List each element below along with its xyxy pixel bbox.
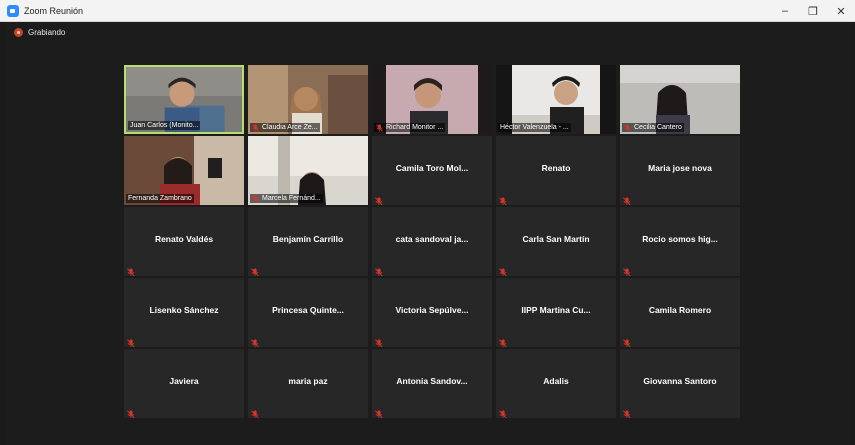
muted-mic-icon [623, 406, 631, 418]
muted-mic-icon [251, 264, 259, 276]
muted-mic-icon [252, 194, 259, 203]
muted-mic-icon [375, 406, 383, 418]
participant-name: Giovanna Santoro [643, 376, 717, 386]
participant-name: Princesa Quinte... [272, 305, 344, 315]
participant-name-label: Claudia Arce Ze... [250, 123, 320, 132]
participant-name: Rocio somos hig... [642, 234, 718, 244]
participant-tile[interactable]: Renato Valdés [124, 207, 244, 276]
participant-gallery: Juan Carlos (Monito... Claudia Arce Ze...… [124, 65, 740, 418]
participant-tile[interactable]: Benjamín Carrillo [248, 207, 368, 276]
participant-name-label: Héctor Valenzuela - ... [498, 123, 571, 132]
participant-tile[interactable]: Camila Romero [620, 278, 740, 347]
muted-mic-icon [499, 193, 507, 205]
participant-tile[interactable]: Rocio somos hig... [620, 207, 740, 276]
participant-name: cata sandoval ja... [395, 234, 469, 244]
participant-tile[interactable]: Maria jose nova [620, 136, 740, 205]
muted-mic-icon [624, 123, 631, 132]
participant-name: IIPP Martina Cu... [521, 305, 591, 315]
participant-tile[interactable]: Adalis [496, 349, 616, 418]
muted-mic-icon [127, 264, 135, 276]
participant-tile[interactable]: IIPP Martina Cu... [496, 278, 616, 347]
participant-name: Juan Carlos (Monito... [130, 122, 199, 129]
muted-mic-icon [375, 193, 383, 205]
participant-tile[interactable]: maria paz [248, 349, 368, 418]
participant-name: Cecilia Cantero [634, 124, 682, 131]
participant-video-tile[interactable]: Richard Monitor ... [372, 65, 492, 134]
recording-label: Grabiando [28, 28, 66, 37]
participant-name: Victoria Sepúlve... [395, 305, 469, 315]
muted-mic-icon [251, 406, 259, 418]
participant-name-label: Juan Carlos (Monito... [128, 121, 201, 130]
participant-name: Marcela Fernánd... [262, 195, 321, 202]
participant-name: Maria jose nova [648, 163, 712, 173]
zoom-app-icon [7, 4, 19, 17]
muted-mic-icon [251, 335, 259, 347]
participant-name: Camila Toro Mol... [395, 163, 469, 173]
participant-tile[interactable]: Giovanna Santoro [620, 349, 740, 418]
participant-tile[interactable]: Carla San Martín [496, 207, 616, 276]
participant-video-tile[interactable]: Héctor Valenzuela - ... [496, 65, 616, 134]
participant-name: Javiera [169, 376, 199, 386]
participant-name: Antonia Sandov... [396, 376, 468, 386]
participant-video-tile[interactable]: Marcela Fernánd... [248, 136, 368, 205]
participant-tile[interactable]: Antonia Sandov... [372, 349, 492, 418]
participant-name-label: Richard Monitor ... [374, 123, 446, 132]
participant-name: Héctor Valenzuela - ... [500, 124, 569, 131]
participant-name: Richard Monitor ... [386, 124, 444, 131]
participant-name: Adalis [543, 376, 569, 386]
title-bar: Zoom Reunión – ❐ ✕ [0, 0, 855, 22]
participant-name: maria paz [288, 376, 328, 386]
participant-video-tile[interactable]: Fernanda Zambrano [124, 136, 244, 205]
participant-name: Renato Valdés [154, 234, 214, 244]
muted-mic-icon [127, 406, 135, 418]
recording-icon [14, 28, 23, 37]
participant-tile[interactable]: cata sandoval ja... [372, 207, 492, 276]
participant-tile[interactable]: Lisenko Sánchez [124, 278, 244, 347]
maximize-button[interactable]: ❐ [799, 0, 827, 22]
participant-tile[interactable]: Princesa Quinte... [248, 278, 368, 347]
participant-tile[interactable]: Javiera [124, 349, 244, 418]
participant-video-tile[interactable]: Cecilia Cantero [620, 65, 740, 134]
muted-mic-icon [623, 193, 631, 205]
participant-name-label: Marcela Fernánd... [250, 194, 323, 203]
recording-indicator[interactable]: Grabiando [14, 28, 65, 37]
participant-name: Fernanda Zambrano [128, 195, 192, 202]
muted-mic-icon [499, 264, 507, 276]
minimize-button[interactable]: – [771, 0, 799, 22]
window-title: Zoom Reunión [24, 5, 84, 16]
participant-name: Lisenko Sánchez [149, 305, 219, 315]
participant-name: Camila Romero [648, 305, 712, 315]
participant-tile[interactable]: Victoria Sepúlve... [372, 278, 492, 347]
muted-mic-icon [376, 123, 383, 132]
meeting-area: Grabiando Juan Carlos (Monito... Claudia … [6, 22, 851, 445]
participant-tile[interactable]: Camila Toro Mol... [372, 136, 492, 205]
muted-mic-icon [127, 335, 135, 347]
participant-name: Renato [541, 163, 571, 173]
muted-mic-icon [623, 335, 631, 347]
participant-name: Benjamín Carrillo [272, 234, 344, 244]
participant-name-label: Fernanda Zambrano [126, 194, 194, 203]
muted-mic-icon [623, 264, 631, 276]
muted-mic-icon [499, 335, 507, 347]
participant-name: Carla San Martín [522, 234, 590, 244]
muted-mic-icon [375, 335, 383, 347]
muted-mic-icon [375, 264, 383, 276]
participant-tile[interactable]: Renato [496, 136, 616, 205]
participant-name-label: Cecilia Cantero [622, 123, 684, 132]
participant-video-tile[interactable]: Claudia Arce Ze... [248, 65, 368, 134]
muted-mic-icon [252, 123, 259, 132]
muted-mic-icon [499, 406, 507, 418]
participant-name: Claudia Arce Ze... [262, 124, 318, 131]
participant-video-tile[interactable]: Juan Carlos (Monito... [124, 65, 244, 134]
close-button[interactable]: ✕ [827, 0, 855, 22]
